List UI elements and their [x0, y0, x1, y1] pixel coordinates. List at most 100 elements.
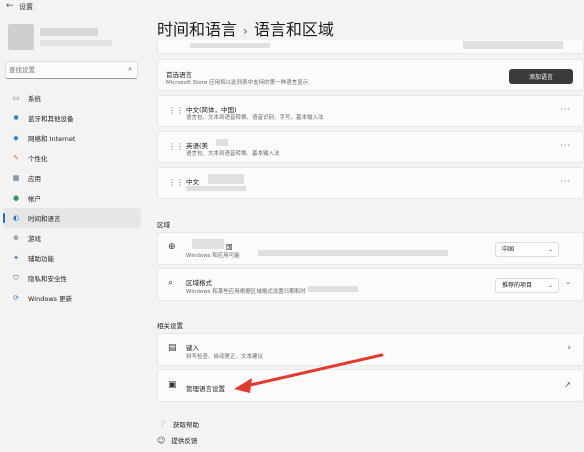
language-item-chinese-other[interactable]: ⋮⋮ 中文 ··· [157, 167, 584, 199]
page-title: 语言和区域 [253, 20, 334, 39]
shield-icon: ⛉ [13, 273, 19, 282]
sidebar-item-label: 隐私和安全性 [28, 275, 67, 283]
country-region-row: ⊕ 国 Windows 和应用可能 中国 ⌄ [157, 232, 584, 265]
sidebar-item-accounts[interactable]: ● 帐户 [3, 188, 141, 208]
typing-subtitle: 拼写检查、自动更正、文本建议 [186, 354, 264, 360]
breadcrumb-separator: › [243, 24, 248, 38]
profile-name-blurred [40, 28, 98, 36]
blurred-text [258, 250, 448, 256]
chevron-down-icon: ⌄ [547, 282, 553, 289]
sidebar-item-label: 辅助功能 [28, 255, 54, 263]
sidebar-item-label: 系统 [28, 95, 41, 103]
admin-language-settings-title: 管理语言设置 [186, 385, 225, 393]
regional-format-title: 区域格式 [186, 279, 212, 287]
expand-chevron-icon[interactable]: ⌄ [565, 278, 571, 286]
drag-handle-icon[interactable]: ⋮⋮ [168, 106, 184, 115]
chevron-right-icon: › [567, 343, 571, 353]
search-box[interactable]: ⌕ [5, 61, 138, 79]
globe-icon: ⊕ [168, 242, 176, 252]
blurred-text [308, 286, 358, 292]
sidebar-item-apps[interactable]: ▦ 应用 [3, 168, 141, 188]
keyboard-icon: ▤ [168, 343, 177, 353]
country-dropdown-value: 中国 [502, 246, 515, 253]
sidebar-item-label: 时间和语言 [28, 215, 61, 223]
regional-format-row: ⌕ 区域格式 Windows 和某些应用根据区域格式设置日期和时 推荐的项目 ⌄… [157, 268, 584, 301]
sidebar-item-time-language[interactable]: ◐ 时间和语言 [3, 208, 141, 228]
sidebar-item-gaming[interactable]: ⊕ 游戏 [3, 228, 141, 248]
format-icon: ⌕ [168, 278, 174, 288]
more-options-icon[interactable]: ··· [560, 141, 571, 150]
globe-clock-icon: ◐ [12, 214, 20, 222]
sidebar-item-label: 应用 [28, 175, 41, 183]
back-arrow-icon[interactable]: ← [6, 1, 14, 11]
add-language-button[interactable]: 添加语言 [509, 69, 573, 84]
blurred-text [208, 174, 244, 184]
wifi-icon: ◆ [13, 134, 19, 142]
regional-format-dropdown-value: 推荐的项目 [502, 282, 533, 289]
get-help-link[interactable]: ❔ 获取帮助 [157, 419, 199, 430]
title-bar: ← 设置 [0, 0, 584, 16]
blurred-text [186, 186, 246, 191]
sidebar-item-label: 帐户 [28, 195, 41, 203]
sidebar-item-bluetooth[interactable]: ✱ 蓝牙和其他设备 [3, 108, 141, 128]
accessibility-icon: ✦ [13, 254, 19, 262]
drag-handle-icon[interactable]: ⋮⋮ [168, 142, 184, 151]
admin-settings-icon: ▣ [168, 380, 177, 390]
give-feedback-link[interactable]: ☺ 提供反馈 [157, 435, 198, 446]
update-icon: ⟳ [13, 294, 19, 302]
admin-language-settings-row[interactable]: ▣ 管理语言设置 ↗ [157, 369, 584, 402]
preferred-language-subtitle: Microsoft Store 应用将以此列表中支持的第一种语言显示 [166, 80, 309, 86]
page-breadcrumb: 时间和语言 › 语言和区域 [157, 16, 334, 40]
more-options-icon[interactable]: ··· [560, 177, 571, 186]
search-input[interactable] [9, 64, 119, 76]
avatar [8, 24, 34, 50]
preferred-language-card: 首选语言 Microsoft Store 应用将以此列表中支持的第一种语言显示 … [157, 59, 584, 91]
language-subtitle: 语言包、文本到语音转换、语音识别、手写、基本输入法 [186, 115, 324, 121]
gamepad-icon: ⊕ [13, 234, 19, 242]
blurred-text [190, 43, 270, 48]
language-item-chinese-simplified[interactable]: ⋮⋮ 中文(简体，中国) 语言包、文本到语音转换、语音识别、手写、基本输入法 ·… [157, 95, 584, 127]
country-title: 国 [226, 243, 233, 251]
app-title: 设置 [19, 3, 33, 11]
give-feedback-label: 提供反馈 [171, 437, 198, 445]
account-icon: ● [12, 194, 20, 202]
blurred-text [463, 41, 563, 49]
region-section-label: 区域 [157, 221, 170, 229]
sidebar-item-label: 游戏 [28, 235, 41, 243]
help-icon: ❔ [157, 419, 167, 429]
country-dropdown[interactable]: 中国 ⌄ [495, 242, 559, 257]
sidebar-item-windows-update[interactable]: ⟳ Windows 更新 [3, 288, 141, 308]
country-subtitle: Windows 和应用可能 [186, 253, 240, 259]
sidebar-item-system[interactable]: ▭ 系统 [3, 88, 141, 108]
sidebar-item-privacy[interactable]: ⛉ 隐私和安全性 [3, 268, 141, 288]
pencil-icon: ✎ [13, 154, 19, 162]
sidebar-item-label: 蓝牙和其他设备 [28, 115, 74, 123]
sidebar-item-accessibility[interactable]: ✦ 辅助功能 [3, 248, 141, 268]
search-icon[interactable]: ⌕ [128, 65, 132, 74]
sidebar-nav: ▭ 系统 ✱ 蓝牙和其他设备 ◆ 网络和 Internet ✎ 个性化 ▦ 应用… [0, 88, 144, 308]
monitor-icon: ▭ [12, 94, 20, 102]
sidebar-item-label: Windows 更新 [28, 295, 73, 303]
sidebar-item-personalization[interactable]: ✎ 个性化 [3, 148, 141, 168]
regional-format-dropdown[interactable]: 推荐的项目 ⌄ [495, 278, 559, 293]
typing-title: 键入 [186, 344, 199, 352]
related-settings-label: 相关设置 [157, 322, 183, 330]
breadcrumb-parent[interactable]: 时间和语言 [157, 20, 237, 39]
drag-handle-icon[interactable]: ⋮⋮ [168, 178, 184, 187]
language-item-english[interactable]: ⋮⋮ 英语(美 语言包、文本到语音转换、基本输入法 ··· [157, 131, 584, 163]
language-subtitle: 语言包、文本到语音转换、基本输入法 [186, 151, 280, 157]
regional-format-subtitle: Windows 和某些应用根据区域格式设置日期和时 [186, 289, 306, 295]
external-link-icon: ↗ [564, 380, 571, 389]
sidebar-item-label: 个性化 [28, 155, 48, 163]
bluetooth-icon: ✱ [13, 114, 19, 122]
user-profile[interactable] [6, 22, 136, 54]
get-help-label: 获取帮助 [172, 421, 199, 429]
sidebar-item-network[interactable]: ◆ 网络和 Internet [3, 128, 141, 148]
blurred-text [216, 139, 228, 146]
sidebar-item-label: 网络和 Internet [28, 135, 76, 143]
more-options-icon[interactable]: ··· [560, 105, 571, 114]
partial-card-top [157, 40, 584, 54]
typing-settings-row[interactable]: ▤ 键入 拼写检查、自动更正、文本建议 › [157, 333, 584, 366]
chevron-down-icon: ⌄ [547, 246, 553, 253]
blurred-text [192, 239, 224, 249]
